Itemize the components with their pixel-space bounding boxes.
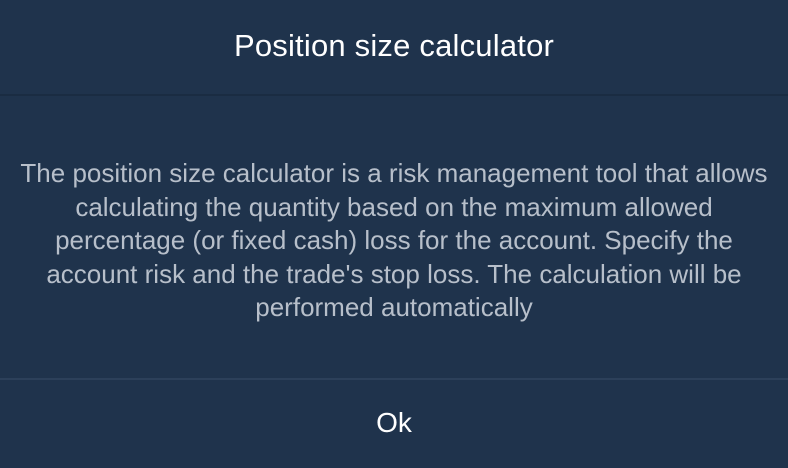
dialog-title: Position size calculator	[233, 28, 555, 63]
dialog-message: The position size calculator is a risk m…	[20, 158, 768, 323]
dialog-body: The position size calculator is a risk m…	[0, 96, 788, 378]
ok-button[interactable]: Ok	[0, 380, 788, 468]
dialog-header: Position size calculator	[0, 0, 788, 96]
dialog-footer: Ok	[0, 378, 788, 468]
position-size-dialog: Position size calculator The position si…	[0, 0, 788, 468]
